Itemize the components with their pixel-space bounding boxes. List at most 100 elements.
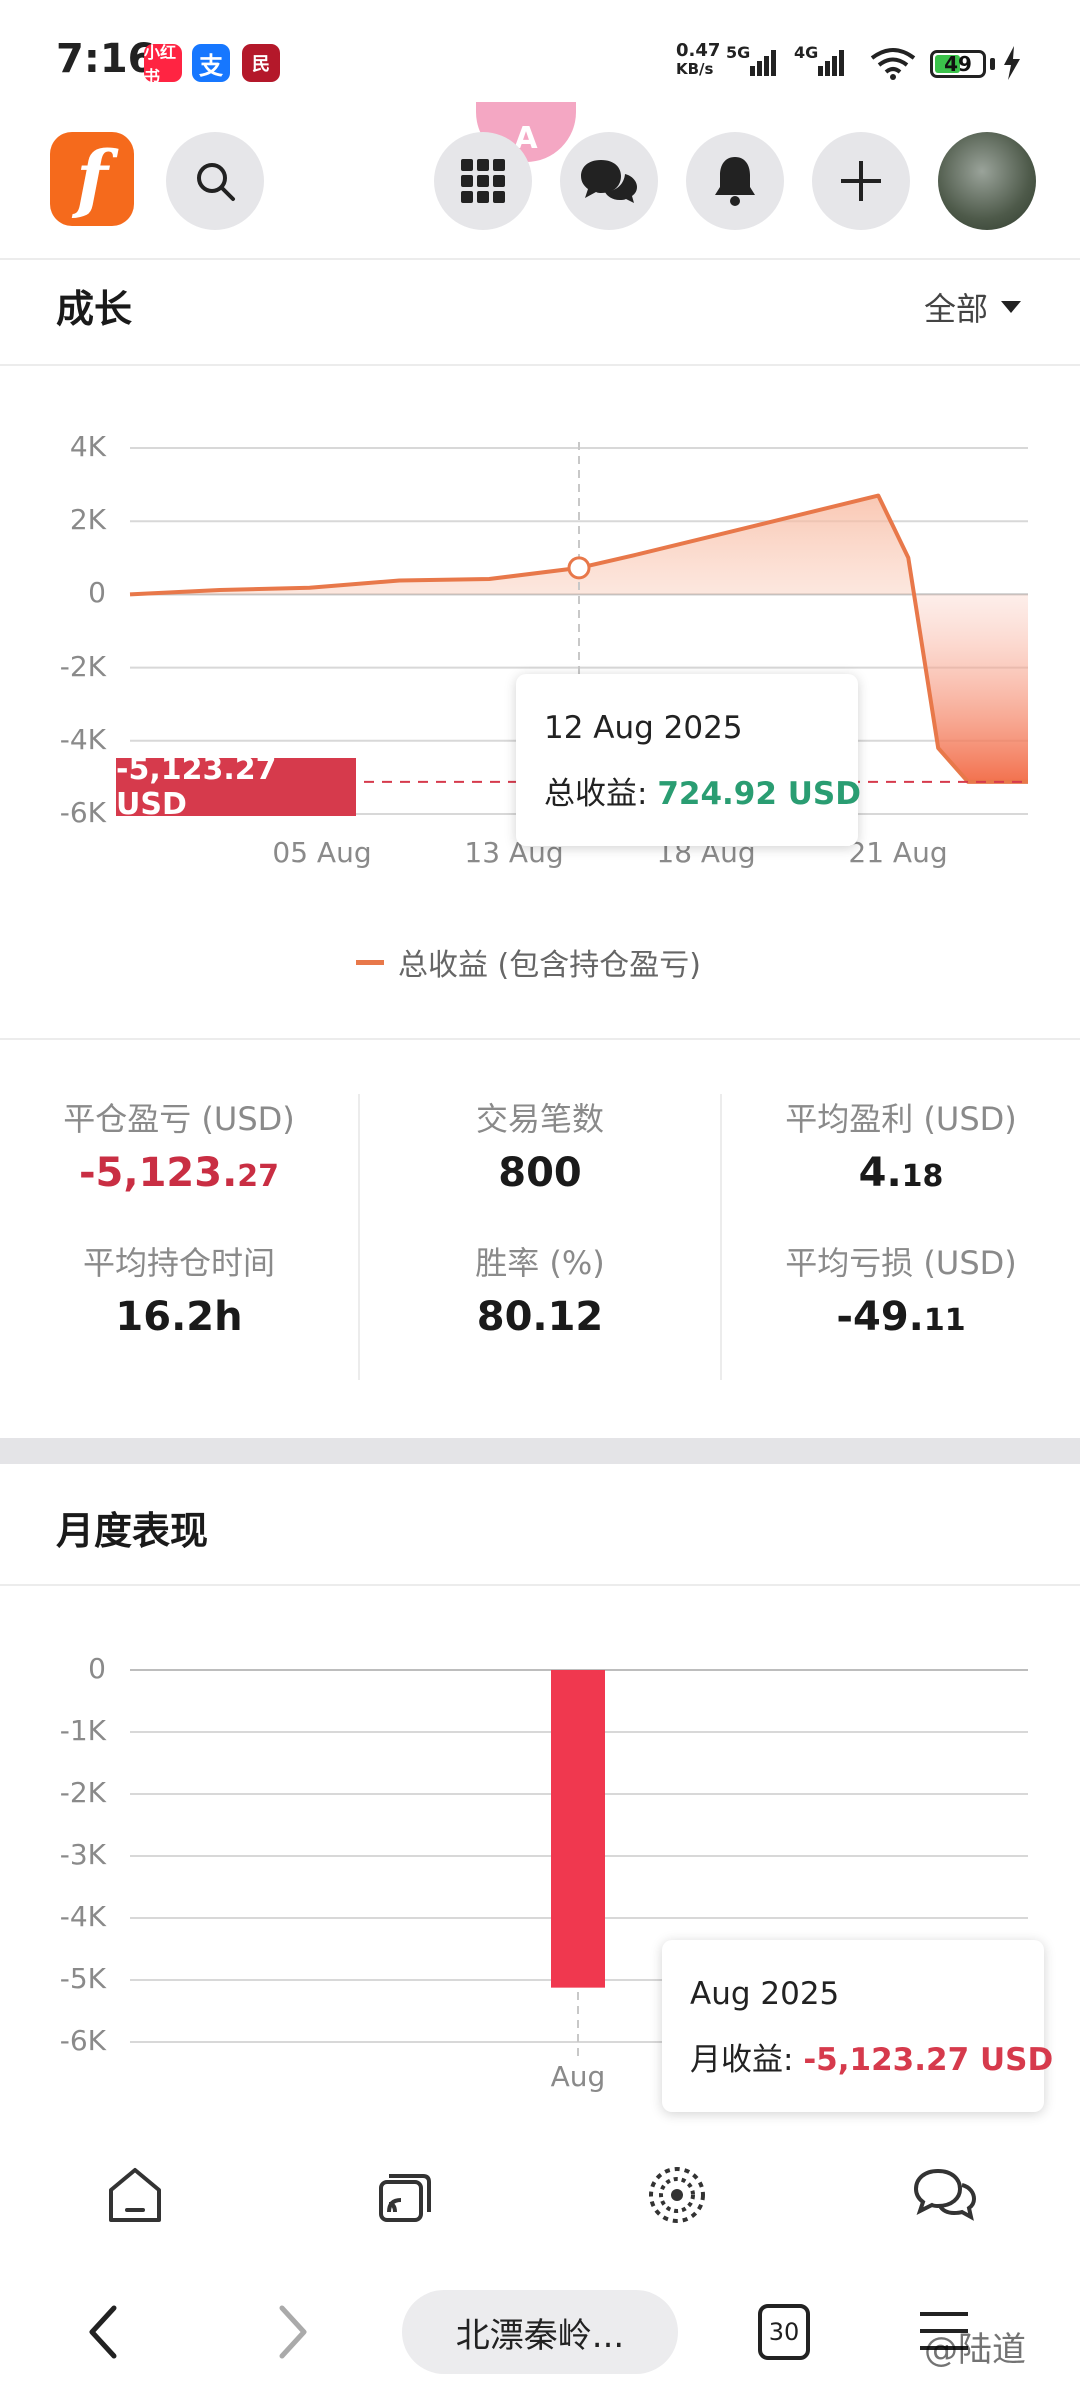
search-button[interactable] bbox=[166, 132, 264, 230]
stat-avg-profit: 平均盈利 (USD) 4.18 bbox=[722, 1094, 1080, 1196]
create-button[interactable] bbox=[812, 132, 910, 230]
signal-5g-icon: 5G bbox=[726, 43, 790, 84]
nav-live[interactable] bbox=[370, 2160, 440, 2230]
y-tick-label: 4K bbox=[69, 430, 106, 463]
stat-label: 平仓盈亏 (USD) bbox=[63, 1100, 295, 1138]
stats-grid: 平仓盈亏 (USD) -5,123.27 交易笔数 800 平均盈利 (USD)… bbox=[0, 1094, 1080, 1384]
tabs-button[interactable]: 30 bbox=[758, 2304, 810, 2360]
bank-app-icon: 民 bbox=[242, 44, 280, 82]
growth-legend: 总收益 (包含持仓盈亏) bbox=[356, 940, 701, 984]
stat-label: 平均亏损 (USD) bbox=[785, 1244, 1017, 1282]
monthly-title: 月度表现 bbox=[56, 1509, 209, 1553]
signal-4g-icon: 4G bbox=[794, 43, 858, 84]
stat-value: -49.11 bbox=[722, 1294, 1080, 1340]
x-tick-label: Aug bbox=[550, 2060, 606, 2093]
app-bar-divider bbox=[0, 258, 1080, 260]
y-tick-label: 0 bbox=[88, 1652, 106, 1685]
nav-home[interactable] bbox=[100, 2160, 170, 2230]
growth-filter-dropdown[interactable]: 全部 bbox=[924, 284, 1022, 330]
network-speed: 0.47 KB/s bbox=[676, 40, 721, 79]
current-value-badge: -5,123.27 USD bbox=[116, 752, 356, 822]
y-tick-label: -1K bbox=[59, 1714, 106, 1747]
messages-button[interactable] bbox=[560, 132, 658, 230]
xiaohongshu-app-icon: 小红书 bbox=[144, 43, 182, 86]
avatar[interactable] bbox=[938, 132, 1036, 230]
y-tick-label: -2K bbox=[59, 1776, 106, 1809]
y-tick-label: -6K bbox=[59, 2024, 106, 2057]
stat-label: 胜率 (%) bbox=[475, 1244, 605, 1282]
network-speed-unit: KB/s bbox=[676, 60, 714, 78]
home-icon bbox=[109, 2168, 161, 2222]
svg-text:4G: 4G bbox=[794, 44, 818, 62]
y-tick-label: -4K bbox=[59, 1900, 106, 1933]
stat-value-decimals: 11 bbox=[923, 1303, 966, 1338]
monthly-tooltip-label: 月收益: bbox=[690, 2042, 794, 2078]
alipay-app-icon: 支 bbox=[192, 44, 230, 82]
y-tick-label: -2K bbox=[59, 649, 106, 683]
stat-value: 16.2h bbox=[0, 1294, 358, 1340]
stats-top-divider bbox=[0, 1038, 1080, 1040]
notifications-button[interactable] bbox=[686, 132, 784, 230]
back-button[interactable] bbox=[84, 2302, 124, 2366]
y-tick-label: 0 bbox=[88, 576, 106, 610]
stat-avg-loss: 平均亏损 (USD) -49.11 bbox=[722, 1238, 1080, 1340]
section-separator bbox=[0, 1438, 1080, 1464]
x-tick-label: 21 Aug bbox=[848, 836, 948, 869]
y-tick-label: -6K bbox=[59, 796, 106, 829]
app-logo[interactable]: f bbox=[50, 132, 134, 226]
chat-bubbles-icon bbox=[581, 160, 637, 203]
y-tick-label: 2K bbox=[69, 503, 106, 537]
stat-trade-count: 交易笔数 800 bbox=[360, 1094, 720, 1196]
y-tick-label: -4K bbox=[59, 722, 106, 756]
chevron-left-icon bbox=[89, 2305, 117, 2359]
highlight-point bbox=[567, 556, 591, 580]
forward-button[interactable] bbox=[272, 2302, 312, 2366]
globe-dots-icon bbox=[649, 2167, 705, 2223]
nav-explore[interactable] bbox=[642, 2160, 712, 2230]
address-bar[interactable]: 北漂秦岭... bbox=[402, 2290, 678, 2374]
plus-icon bbox=[841, 161, 881, 201]
svg-text:5G: 5G bbox=[726, 44, 750, 62]
stat-value: 4.18 bbox=[722, 1150, 1080, 1196]
y-tick-label: -5K bbox=[59, 1962, 106, 1995]
nav-messages[interactable] bbox=[910, 2160, 980, 2230]
stat-value-main: 16.2h bbox=[115, 1294, 243, 1340]
growth-tooltip: 12 Aug 2025 总收益: 724.92 USD bbox=[516, 674, 861, 846]
status-time: 7:16 bbox=[56, 36, 156, 82]
bell-icon bbox=[715, 157, 755, 206]
network-speed-value: 0.47 bbox=[676, 40, 721, 61]
battery-percent: 49 bbox=[944, 52, 972, 76]
stat-win-rate: 胜率 (%) 80.12 bbox=[360, 1238, 720, 1340]
chat-bubbles-icon bbox=[913, 2168, 977, 2221]
stat-label: 交易笔数 bbox=[475, 1100, 604, 1138]
charging-icon bbox=[1002, 46, 1022, 84]
app-bottom-nav bbox=[0, 2130, 1080, 2260]
growth-title: 成长 bbox=[56, 287, 133, 331]
x-tick-label: 05 Aug bbox=[272, 836, 372, 869]
stat-value: 80.12 bbox=[360, 1294, 720, 1340]
y-tick-label: -3K bbox=[59, 1838, 106, 1871]
stat-value: -5,123.27 bbox=[0, 1150, 358, 1196]
stat-value-main: 4. bbox=[858, 1150, 902, 1196]
growth-filter-label: 全部 bbox=[924, 290, 989, 328]
monthly-tooltip-date: Aug 2025 bbox=[690, 1976, 840, 2012]
battery-icon: 49 bbox=[930, 50, 986, 78]
apps-menu-button[interactable] bbox=[434, 132, 532, 230]
legend-swatch bbox=[356, 959, 384, 965]
stat-value-main: 800 bbox=[498, 1150, 582, 1196]
search-icon bbox=[197, 163, 235, 201]
monthly-tooltip-line: 月收益: -5,123.27 USD bbox=[690, 2034, 1053, 2079]
stat-value-decimals: 27 bbox=[237, 1159, 280, 1194]
growth-tooltip-line: 总收益: 724.92 USD bbox=[544, 768, 861, 813]
monthly-tooltip: Aug 2025 月收益: -5,123.27 USD bbox=[662, 1940, 1053, 2112]
stat-avg-holding-time: 平均持仓时间 16.2h bbox=[0, 1238, 358, 1340]
stat-value-decimals: 18 bbox=[901, 1159, 944, 1194]
growth-header-divider bbox=[0, 364, 1080, 366]
video-stack-icon bbox=[379, 2174, 431, 2222]
chevron-right-icon bbox=[279, 2305, 307, 2359]
grid-icon bbox=[461, 159, 505, 203]
stat-label: 平均盈利 (USD) bbox=[785, 1100, 1017, 1138]
bar-aug bbox=[551, 1670, 605, 1988]
wifi-icon bbox=[868, 46, 918, 84]
stat-value-main: -49. bbox=[836, 1294, 924, 1340]
